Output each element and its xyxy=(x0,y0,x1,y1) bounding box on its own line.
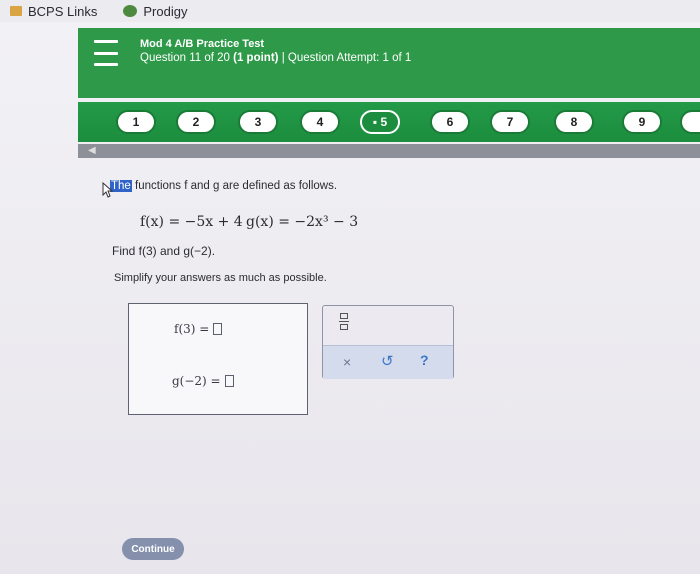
bookmarks-bar: BCPS Links Prodigy xyxy=(0,0,700,23)
question-pill-5[interactable]: ▪ 5 xyxy=(360,110,400,134)
question-pill-7[interactable]: 7 xyxy=(490,110,530,134)
continue-button[interactable]: Continue xyxy=(122,538,184,560)
simplify-instruction: Simplify your answers as much as possibl… xyxy=(114,272,327,284)
g-answer-input[interactable] xyxy=(224,375,234,387)
question-pill-3[interactable]: 3 xyxy=(238,110,278,134)
menu-icon[interactable] xyxy=(94,40,118,66)
page: Mod 4 A/B Practice Test Question 11 of 2… xyxy=(0,22,700,574)
intro-text: functions f and g are defined as follows… xyxy=(135,180,338,192)
bookmark-label: BCPS Links xyxy=(28,3,98,19)
prodigy-icon xyxy=(123,5,138,17)
fraction-icon[interactable] xyxy=(339,313,349,333)
answer-box xyxy=(128,303,308,415)
question-points: (1 point) xyxy=(233,52,279,64)
cursor-icon xyxy=(102,182,114,198)
question-pill-2[interactable]: 2 xyxy=(176,110,216,134)
bookmark-prodigy[interactable]: Prodigy xyxy=(113,4,197,19)
f-answer-row: f(3) = xyxy=(174,322,223,336)
g-definition: g(x) = −2x³ − 3 xyxy=(246,214,359,230)
question-intro: The functions f and g are defined as fol… xyxy=(110,180,337,192)
scroll-left-icon[interactable]: ◀ xyxy=(88,145,96,156)
undo-icon[interactable]: ↺ xyxy=(381,352,394,370)
separator: | xyxy=(281,52,285,64)
f-answer-label: f(3) = xyxy=(174,322,210,336)
question-pill-4[interactable]: 4 xyxy=(300,110,340,134)
folder-icon xyxy=(10,6,22,16)
question-info: Question 11 of 20 (1 point) | Question A… xyxy=(140,52,411,64)
question-pill-8[interactable]: 8 xyxy=(554,110,594,134)
f-definition: f(x) = −5x + 4 xyxy=(140,214,243,230)
f-answer-input[interactable] xyxy=(213,323,223,335)
question-pill-next[interactable] xyxy=(680,110,700,134)
help-button[interactable]: ? xyxy=(420,352,429,368)
question-pill-6[interactable]: 6 xyxy=(430,110,470,134)
test-title: Mod 4 A/B Practice Test xyxy=(140,38,265,50)
bookmark-label: Prodigy xyxy=(143,3,188,19)
g-answer-row: g(−2) = xyxy=(172,374,234,388)
question-number: Question 11 of 20 xyxy=(140,52,230,64)
question-pill-9[interactable]: 9 xyxy=(622,110,662,134)
question-pill-1[interactable]: 1 xyxy=(116,110,156,134)
find-prompt: Find f(3) and g(−2). xyxy=(112,244,216,258)
g-answer-label: g(−2) = xyxy=(172,374,221,388)
question-attempt: Question Attempt: 1 of 1 xyxy=(287,52,412,64)
progress-bar: ◀ xyxy=(78,144,700,158)
clear-button[interactable]: × xyxy=(343,354,351,370)
bookmark-bcps-links[interactable]: BCPS Links xyxy=(0,4,107,19)
